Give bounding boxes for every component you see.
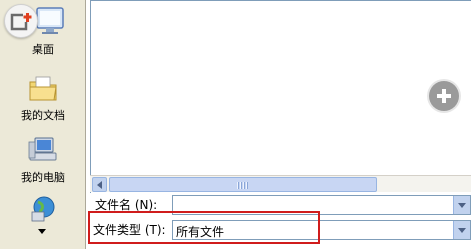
place-my-computer-label: 我的电脑	[21, 171, 65, 184]
place-my-computer[interactable]: 我的电脑	[0, 136, 86, 185]
file-list-view[interactable]	[90, 0, 471, 193]
add-file-button[interactable]	[4, 4, 38, 38]
add-file-icon	[10, 12, 33, 31]
my-documents-icon	[29, 76, 57, 101]
network-places-icon	[31, 196, 55, 222]
scroll-thumb[interactable]	[109, 177, 377, 192]
place-network[interactable]	[0, 196, 86, 227]
filetype-dropdown-arrow-icon[interactable]	[453, 221, 470, 239]
place-my-documents[interactable]: 我的文档	[0, 74, 86, 123]
desktop-icon	[36, 7, 64, 34]
horizontal-scrollbar[interactable]	[90, 175, 471, 192]
my-computer-icon	[28, 137, 57, 161]
highlight-box	[88, 211, 320, 244]
place-my-documents-label: 我的文档	[21, 109, 65, 122]
places-scroll-down-icon[interactable]	[38, 229, 46, 234]
scroll-grip	[237, 182, 249, 189]
plus-circle-icon[interactable]	[429, 81, 459, 111]
filename-dropdown-arrow-icon[interactable]	[453, 196, 470, 214]
place-desktop-label: 桌面	[32, 43, 54, 56]
scroll-left-icon[interactable]	[92, 177, 107, 192]
places-bar: 桌面 我的文档 我的电脑	[0, 0, 86, 249]
